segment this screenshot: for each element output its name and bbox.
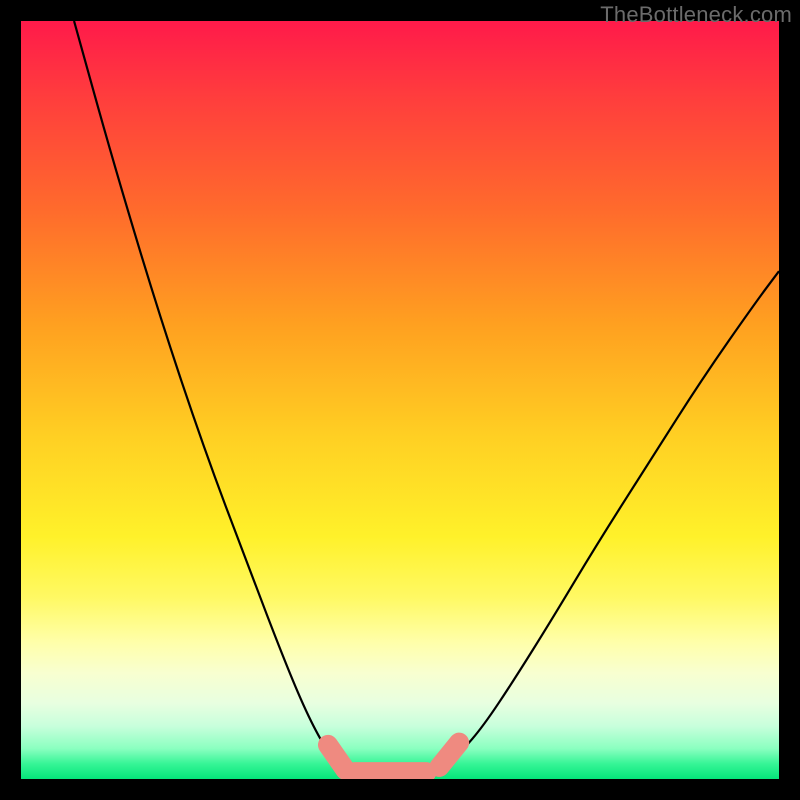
chart-svg [21, 21, 779, 779]
marker-right-pill [439, 743, 459, 767]
plot-area [21, 21, 779, 779]
chart-frame: TheBottleneck.com [0, 0, 800, 800]
right-curve-path [434, 271, 779, 774]
watermark-text: TheBottleneck.com [600, 2, 792, 28]
marker-left-pill [328, 745, 345, 770]
left-curve-path [74, 21, 354, 774]
